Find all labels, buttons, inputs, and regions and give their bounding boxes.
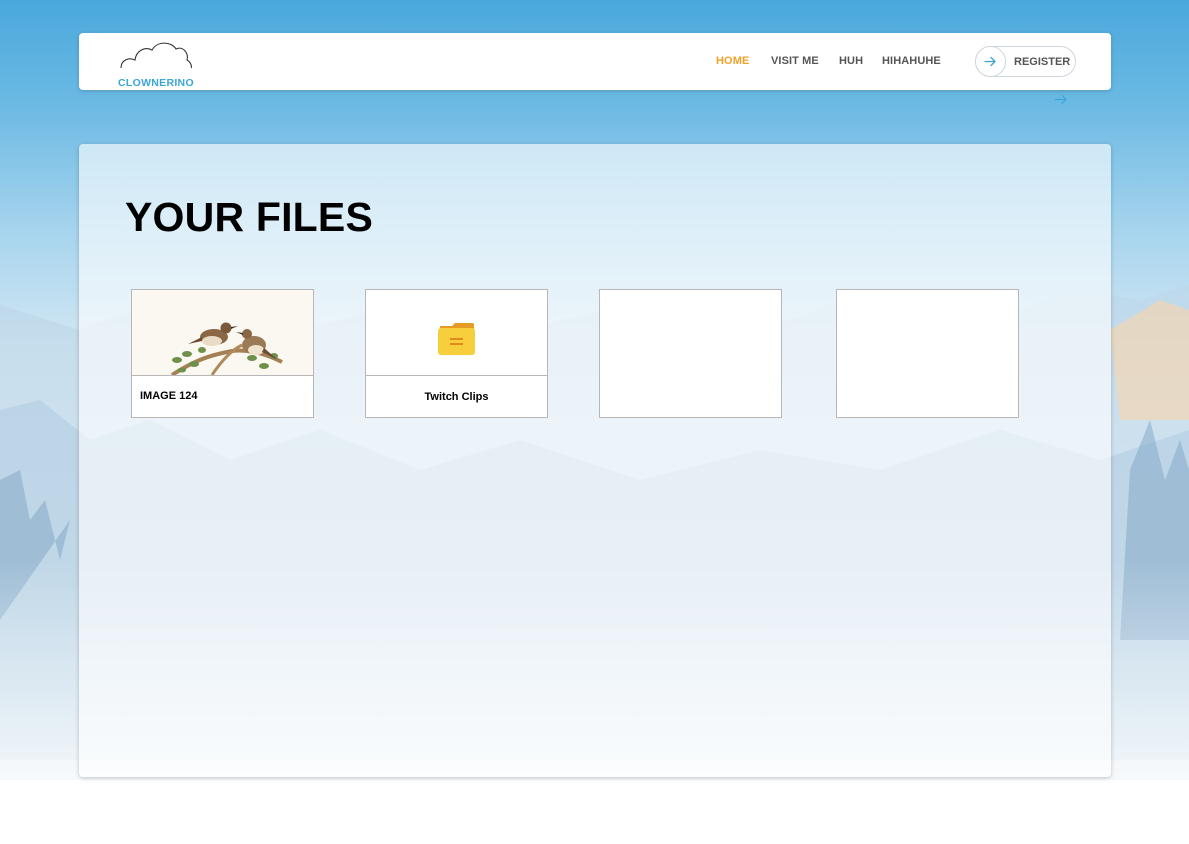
register-label: REGISTER <box>1014 56 1071 68</box>
folder-card[interactable]: Twitch Clips <box>365 289 548 418</box>
file-name: IMAGE 124 <box>140 390 198 402</box>
nav-home[interactable]: HOME <box>716 55 749 67</box>
arrow-right-icon[interactable] <box>1054 94 1068 105</box>
file-thumbnail <box>132 290 313 376</box>
brand-name: CLOWNERINO <box>118 77 194 89</box>
nav-visit-me[interactable]: VISIT ME <box>771 55 819 67</box>
folder-name: Twitch Clips <box>424 391 489 403</box>
empty-file-card[interactable] <box>836 289 1019 418</box>
arrow-right-icon <box>975 46 1006 77</box>
cloud-icon <box>120 42 192 69</box>
top-navbar: CLOWNERINO HOME VISIT ME HUH HIHAHUHE RE… <box>79 33 1111 90</box>
birds-illustration <box>132 290 313 375</box>
empty-file-card[interactable] <box>599 289 782 418</box>
page-title: YOUR FILES <box>125 194 374 240</box>
brand-logo[interactable]: CLOWNERINO <box>117 40 197 89</box>
nav-huh[interactable]: HUH <box>839 55 863 67</box>
nav-hihahuhe[interactable]: HIHAHUHE <box>882 55 941 67</box>
register-button[interactable]: REGISTER <box>975 46 1076 77</box>
folder-thumbnail <box>366 290 547 376</box>
folder-icon <box>438 323 475 355</box>
file-card[interactable]: IMAGE 124 <box>131 289 314 418</box>
files-panel: YOUR FILES IMAGE 124 Twitch Clips <box>79 144 1111 777</box>
